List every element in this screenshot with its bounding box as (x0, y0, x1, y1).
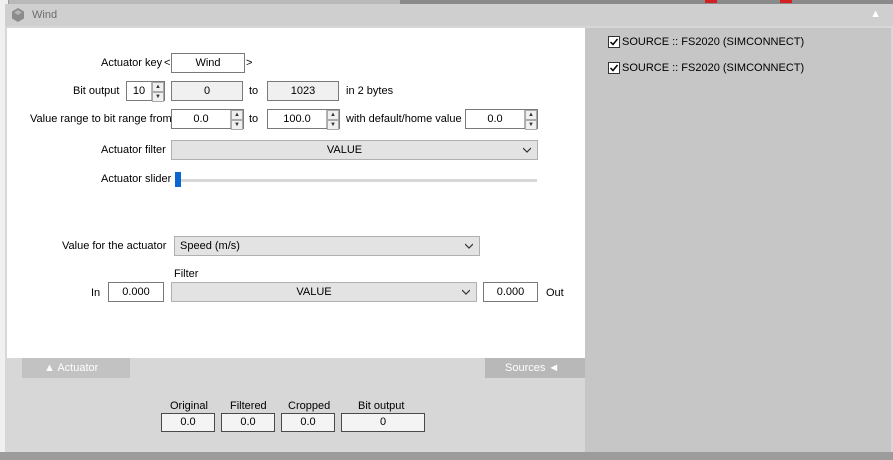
spin-up-icon[interactable]: ▲ (525, 110, 537, 120)
background-red-marker (780, 0, 792, 3)
actuator-filter-value: VALUE (326, 144, 363, 156)
value-for-actuator-value: Speed (m/s) (180, 240, 240, 252)
wind-dialog: Wind ▲ Actuator key < Wind > Bit output … (5, 4, 893, 452)
bit-output-bits-value: 10 (132, 85, 146, 97)
source-checkbox[interactable] (608, 62, 620, 74)
value-range-to-stepper[interactable]: 100.0 ▲ ▼ (267, 109, 340, 130)
titlebar: Wind ▲ (5, 4, 893, 26)
source-label: SOURCE :: FS2020 (SIMCONNECT) (622, 62, 805, 74)
value-for-actuator-dropdown[interactable]: Speed (m/s) (174, 236, 480, 256)
default-value-stepper[interactable]: 0.0 ▲ ▼ (465, 109, 538, 130)
value-range-from-value: 0.0 (193, 113, 209, 125)
window-title: Wind (32, 9, 58, 21)
cropped-value: 0.0 (281, 413, 335, 432)
filter-label: Filter (174, 268, 199, 280)
cropped-label: Cropped (288, 400, 331, 412)
bit-output-bytes-label: in 2 bytes (346, 85, 394, 97)
filter-in-value: 0.000 (108, 282, 164, 302)
spin-down-icon[interactable]: ▼ (525, 120, 537, 130)
bit-output-result-value: 0 (341, 413, 425, 432)
default-value: 0.0 (487, 113, 503, 125)
bit-range-to-label: to (249, 85, 259, 97)
actuator-key-next-button[interactable]: > (246, 57, 252, 69)
background-bottom-strip (0, 452, 893, 460)
checkmark-icon (609, 64, 619, 72)
bit-range-to: 1023 (267, 81, 339, 101)
chevron-down-icon (462, 289, 470, 295)
source-checkbox[interactable] (608, 36, 620, 48)
actuator-key-field[interactable]: Wind (171, 53, 245, 73)
value-range-to-value: 100.0 (283, 113, 311, 125)
source-label: SOURCE :: FS2020 (SIMCONNECT) (622, 36, 805, 48)
value-for-actuator-label: Value for the actuator (62, 240, 167, 252)
filtered-label: Filtered (230, 400, 267, 412)
actuator-slider-thumb[interactable] (175, 172, 181, 187)
filter-in-label: In (91, 287, 101, 299)
value-range-label: Value range to bit range from (30, 113, 172, 125)
chevron-down-icon (523, 147, 531, 153)
actuator-settings-panel: Actuator key < Wind > Bit output 10 ▲ ▼ 0… (7, 28, 585, 358)
sources-panel (585, 28, 891, 452)
tab-sources[interactable]: Sources ◄ (485, 358, 585, 378)
spin-down-icon[interactable]: ▼ (327, 120, 339, 130)
bit-range-from: 0 (171, 81, 243, 101)
collapse-icon[interactable]: ▲ (870, 8, 881, 20)
spin-down-icon[interactable]: ▼ (152, 92, 164, 102)
bit-output-label: Bit output (73, 85, 120, 97)
actuator-key-label: Actuator key (101, 57, 163, 69)
checkmark-icon (609, 38, 619, 46)
spin-up-icon[interactable]: ▲ (152, 82, 164, 92)
value-range-to-label: to (249, 113, 259, 125)
spin-up-icon[interactable]: ▲ (327, 110, 339, 120)
bit-output-result-label: Bit output (358, 400, 405, 412)
actuator-slider-track[interactable] (175, 179, 537, 182)
original-value: 0.0 (161, 413, 215, 432)
actuator-slider-label: Actuator slider (101, 173, 172, 185)
filter-out-label: Out (546, 287, 564, 299)
value-range-from-stepper[interactable]: 0.0 ▲ ▼ (171, 109, 244, 130)
spin-down-icon[interactable]: ▼ (231, 120, 243, 130)
filter-dropdown[interactable]: VALUE (171, 282, 477, 302)
actuator-key-prev-button[interactable]: < (164, 57, 170, 69)
filtered-value: 0.0 (221, 413, 275, 432)
tab-actuator[interactable]: ▲ Actuator (22, 358, 130, 378)
actuator-filter-label: Actuator filter (101, 144, 166, 156)
filter-value: VALUE (296, 286, 332, 298)
filter-out-value: 0.000 (483, 282, 538, 302)
background-red-marker (705, 0, 717, 3)
chevron-down-icon (465, 243, 473, 249)
default-value-label: with default/home value (346, 113, 462, 125)
actuator-filter-dropdown[interactable]: VALUE (171, 140, 538, 160)
app-icon (12, 8, 24, 22)
bit-output-stepper[interactable]: 10 ▲ ▼ (126, 81, 165, 102)
spin-up-icon[interactable]: ▲ (231, 110, 243, 120)
original-label: Original (170, 400, 208, 412)
